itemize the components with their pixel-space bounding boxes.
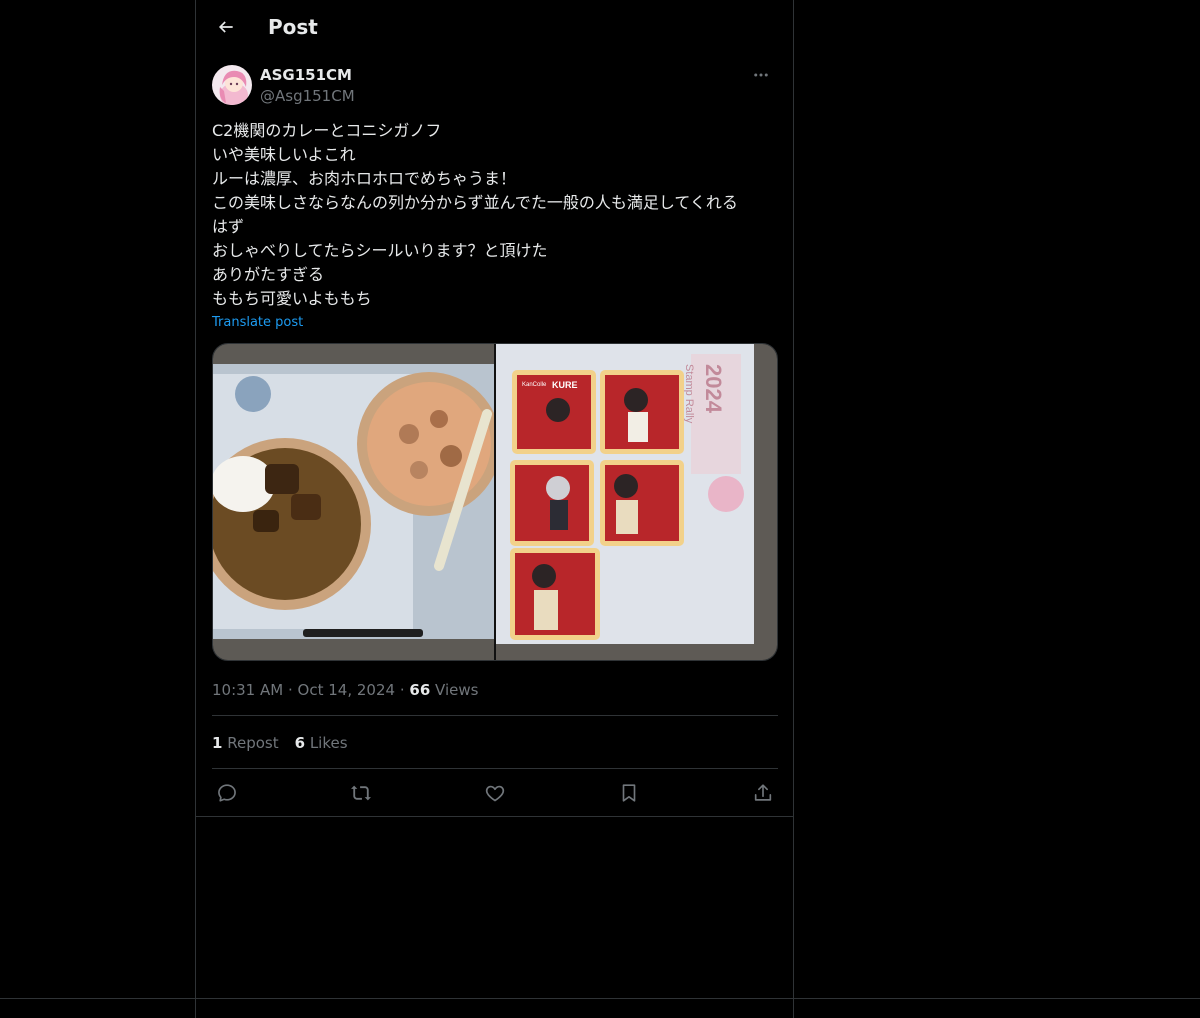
meta-separator: · (287, 681, 293, 699)
media-photo-stickers[interactable]: 2024 Stamp Rally KURE KanColle (496, 344, 777, 660)
post-time[interactable]: 10:31 AM (212, 681, 283, 699)
reposts-count: 1 (212, 734, 223, 752)
repost-button[interactable] (346, 780, 376, 806)
reply-button[interactable] (212, 780, 242, 806)
divider (212, 715, 778, 716)
views-label: Views (435, 681, 479, 699)
translate-post-link[interactable]: Translate post (212, 314, 303, 332)
page-title: Post (268, 15, 318, 39)
reposts-stat[interactable]: 1 Repost (212, 734, 279, 752)
divider (212, 768, 778, 769)
likes-stat[interactable]: 6 Likes (295, 734, 348, 752)
post-text-line: この美味しさならなんの列か分からず並んでた一般の人も満足してくれる (212, 193, 738, 212)
likes-count: 6 (294, 734, 306, 752)
post-text-line: はず (212, 217, 245, 236)
post-header: Post (196, 0, 793, 54)
reposts-label: Repost (227, 734, 279, 752)
views-count: 66 (409, 681, 431, 699)
media-text-stamp-rally: Stamp Rally (683, 364, 695, 424)
bookmark-icon (622, 784, 636, 802)
share-icon (754, 784, 772, 801)
more-icon (754, 73, 768, 77)
reply-icon (218, 784, 236, 802)
post-actions (212, 780, 778, 806)
post-text-line: おしゃべりしてたらシールいります？と頂けた (212, 241, 548, 260)
media-photo-curry[interactable] (213, 344, 501, 660)
post-text-line: ルーは濃厚、お肉ホロホロでめちゃうま！ (212, 169, 517, 188)
back-arrow-icon (218, 21, 233, 33)
post-text-line: C2機関のカレーとコニシガノフ (212, 121, 442, 140)
back-button[interactable] (212, 13, 240, 41)
post-text-line: いや美味しいよこれ (212, 145, 356, 164)
post-text: C2機関のカレーとコニシガノフ いや美味しいよこれ ルーは濃厚、お肉ホロホロでめ… (212, 119, 778, 311)
post-text-line: ももち可愛いよももち (212, 289, 372, 308)
post-text-line: ありがたすぎる (212, 265, 325, 284)
media-text-kancolle: KanColle (522, 382, 547, 388)
media-text-kure: KURE (552, 380, 578, 390)
avatar[interactable] (212, 65, 252, 105)
avatar-image (212, 65, 252, 105)
bookmark-button[interactable] (614, 780, 644, 806)
repost-icon (351, 785, 371, 801)
likes-label: Likes (309, 734, 348, 752)
post-stats: 1 Repost 6 Likes (212, 733, 364, 753)
meta-separator: · (399, 681, 405, 699)
share-button[interactable] (748, 780, 778, 806)
main-column: Post ASG151CM @Asg151CM C2機関のカレーとコニシガノフ … (195, 0, 794, 1018)
like-icon (485, 785, 505, 802)
post-date[interactable]: Oct 14, 2024 (298, 681, 396, 699)
author-handle[interactable]: @Asg151CM (260, 86, 355, 106)
post-author: ASG151CM @Asg151CM (212, 64, 778, 108)
post-bottom-border (196, 816, 793, 817)
author-display-name[interactable]: ASG151CM (260, 65, 352, 85)
page-bottom-border (0, 998, 1200, 999)
post-media: 2024 Stamp Rally KURE KanColle (212, 343, 778, 661)
post-metadata: 10:31 AM · Oct 14, 2024 · 66 Views (212, 680, 478, 700)
media-text-2024: 2024 (701, 364, 726, 414)
more-button[interactable] (744, 64, 778, 86)
like-button[interactable] (480, 780, 510, 806)
